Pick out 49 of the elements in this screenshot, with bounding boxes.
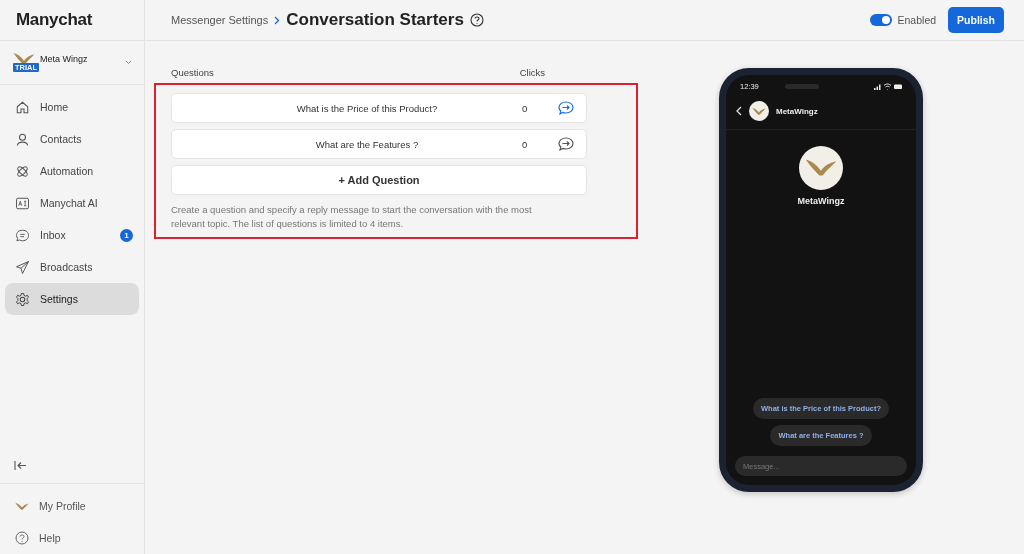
reply-icon[interactable] bbox=[558, 101, 574, 115]
chevron-right-icon bbox=[274, 15, 281, 25]
status-icons bbox=[874, 82, 902, 90]
question-text: What is the Price of this Product? bbox=[295, 102, 439, 114]
profile-name: MetaWingz bbox=[796, 196, 846, 206]
wings-icon bbox=[805, 158, 837, 178]
nav-item[interactable]: Settings bbox=[5, 283, 139, 315]
back-icon[interactable] bbox=[736, 106, 742, 116]
enabled-toggle[interactable] bbox=[869, 14, 892, 26]
wings-icon bbox=[15, 501, 29, 511]
wings-icon bbox=[752, 106, 766, 116]
person-icon bbox=[15, 131, 30, 147]
collapse-icon[interactable] bbox=[14, 460, 27, 470]
hint-text: Create a question and specify a reply message to start the conversation with the most relevant topic. The list of questions is limited to 4 items. bbox=[170, 203, 533, 231]
nav-item[interactable]: Manychat AI bbox=[5, 187, 139, 219]
atom-icon bbox=[15, 163, 30, 179]
page-title: Conversation Starters bbox=[286, 10, 464, 30]
nav-item[interactable]: Automation bbox=[5, 155, 139, 187]
nav-item[interactable]: Broadcasts bbox=[5, 251, 139, 283]
help-icon bbox=[15, 531, 29, 545]
sidebar-link[interactable]: My Profile bbox=[0, 490, 144, 522]
column-header: Clicks bbox=[519, 67, 545, 78]
nav-item[interactable]: Inbox 1 bbox=[5, 219, 139, 251]
toggle-label: Enabled bbox=[897, 14, 937, 26]
help-icon[interactable] bbox=[469, 13, 484, 27]
click-count: 0 bbox=[522, 138, 529, 150]
send-icon bbox=[15, 259, 30, 275]
settings-icon bbox=[15, 291, 30, 307]
account-name[interactable]: Meta Wingz bbox=[40, 53, 121, 64]
chevron-down-icon[interactable] bbox=[125, 60, 132, 65]
contact-name: MetaWingz bbox=[776, 106, 818, 116]
breadcrumb-link[interactable]: Messenger Settings bbox=[171, 14, 269, 26]
ai-icon bbox=[15, 195, 30, 211]
add-question-button[interactable]: + Add Question bbox=[171, 165, 587, 195]
click-count: 0 bbox=[522, 102, 529, 114]
count-badge: 1 bbox=[120, 228, 133, 242]
wings-icon bbox=[13, 51, 35, 65]
reply-icon[interactable] bbox=[558, 137, 574, 151]
nav-item[interactable]: Contacts bbox=[5, 123, 139, 155]
chat-icon bbox=[15, 227, 30, 243]
column-header: Questions bbox=[171, 67, 214, 78]
nav-item[interactable]: Home bbox=[5, 91, 139, 123]
question-text: What are the Features ? bbox=[314, 138, 420, 150]
home-icon bbox=[15, 99, 30, 115]
publish-button[interactable]: Publish bbox=[948, 7, 1004, 33]
sidebar-link[interactable]: Help bbox=[0, 522, 144, 554]
question-row[interactable]: What are the Features ? 0 bbox=[171, 129, 587, 159]
brand-logo: Manychat bbox=[16, 10, 92, 30]
question-row[interactable]: What is the Price of this Product? 0 bbox=[171, 93, 587, 123]
